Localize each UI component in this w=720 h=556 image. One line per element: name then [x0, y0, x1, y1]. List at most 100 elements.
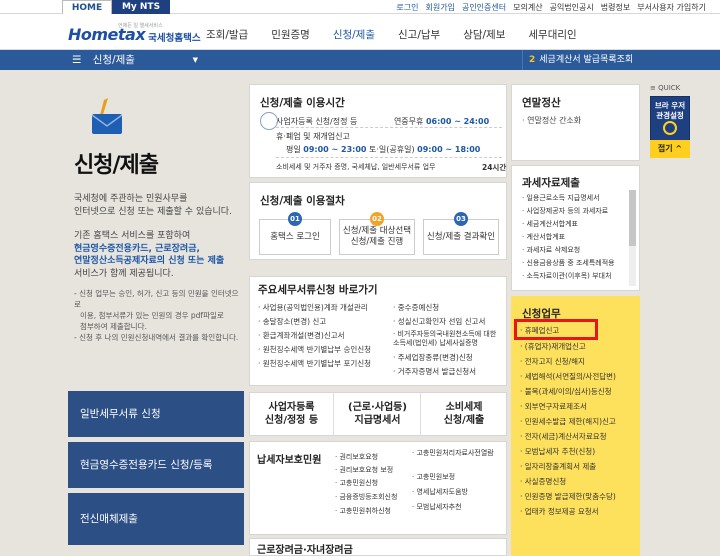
intro2-line: 기존 홈택스 서비스를 포함하여	[74, 231, 191, 241]
hours-label: 휴·폐업 및 재개업신고	[276, 132, 350, 141]
quicklink-label: 성실신고확인자 선임 신고서	[397, 317, 486, 326]
application-link[interactable]: · 민원증명 발급제한(맞춤수당)	[520, 491, 616, 502]
protection-link[interactable]: · 영세납세자도움방	[412, 487, 468, 497]
gear-icon[interactable]	[663, 121, 677, 135]
quicklink[interactable]: · 성실신고확인자 선임 신고서	[393, 316, 485, 327]
tab-home[interactable]: HOME	[62, 0, 112, 14]
nav-certificates[interactable]: 민원증명	[271, 27, 310, 42]
quicklink[interactable]: · 중수증예신청	[393, 302, 439, 313]
application-link[interactable]: · 외부연구자료제조서	[520, 401, 587, 412]
application-link[interactable]: · 일자리창출계획서 제출	[520, 461, 596, 472]
quicklink[interactable]: · 원천징수세액 반기별납부 포기신청	[258, 358, 371, 369]
protection-link[interactable]: · 고충민원처리자료사전열람	[412, 449, 504, 458]
application-label: 세법해석(서면질의/사전답변)	[524, 372, 616, 381]
tax-data-link[interactable]: · 사업장제공자 등의 과세자료	[522, 206, 608, 216]
quicklink-label: 중수증예신청	[397, 303, 440, 312]
quicklink[interactable]: · 거주자증명서 발급신청서	[393, 366, 476, 377]
protection-link[interactable]: · 고충민원신청	[335, 478, 378, 488]
intro-text-2: 기존 홈택스 서비스를 포함하여 현금영수증전용카드, 근로장려금, 연말정산소…	[74, 230, 244, 280]
consumption-tax-button[interactable]: 소비세제 신청/제출	[422, 392, 506, 436]
tax-data-link[interactable]: · 일용근로소득 지급명세서	[522, 193, 600, 203]
electronic-media-button[interactable]: 전신매체제출	[68, 493, 244, 545]
intro2-bold-line: 현금영수증전용카드, 근로장려금,	[74, 243, 200, 254]
tax-data-link[interactable]: · 계산서합계표	[522, 232, 565, 242]
protection-label: 금융증빙등조회신청	[339, 493, 398, 501]
nav-consult[interactable]: 상담/제보	[463, 27, 505, 42]
intro2-line: 서비스가 함께 제공됩니다.	[74, 268, 174, 279]
application-link[interactable]: · 전자(세금)계산서자료요청	[520, 431, 607, 442]
tax-data-label: 사업장제공자 등의 과세자료	[526, 207, 609, 215]
signup-link[interactable]: 회원가입	[426, 2, 455, 13]
protection-link[interactable]: · 고충민원취하신청	[335, 506, 391, 516]
business-registration-button[interactable]: 사업자등록 신청/정정 등	[250, 392, 334, 436]
cash-receipt-card-button[interactable]: 현금영수증전용카드 신청/등록	[68, 442, 244, 488]
application-label: 민원증명 발급제한(맞춤수당)	[524, 492, 616, 501]
notes: - 신청 업무는 승인, 허가, 신고 등의 민원을 인터넷으로 이용, 첨부서…	[74, 288, 242, 343]
protection-link[interactable]: · 권리보호요청	[335, 452, 378, 462]
tax-data-link[interactable]: · 신용금융상품 중 조세특례적용	[522, 258, 615, 268]
application-link[interactable]: · 불복(과세/이의/심사)등신청	[520, 386, 612, 397]
notice-number: 2	[529, 55, 536, 65]
certificate-center-link[interactable]: 공인인증센터	[462, 2, 506, 13]
application-link[interactable]: · 업태카 정보제공 요청서	[520, 506, 599, 517]
protection-link[interactable]: · 금융증빙등조회신청	[335, 492, 397, 502]
quick-label-text: QUICK	[658, 84, 681, 92]
clock-icon	[260, 112, 278, 130]
payment-statement-button[interactable]: (근로·사업등) 지급명세서	[335, 392, 421, 436]
tax-data-link[interactable]: · 소득자료이관(이후목) 부대처	[522, 271, 611, 281]
application-link[interactable]: · 전자고지 신청/해지	[520, 356, 585, 367]
protection-link[interactable]: · 모범납세자추천	[412, 502, 462, 512]
quicklink[interactable]: · 주세업장종류(변경)신청	[393, 352, 473, 363]
application-label: 모범납세자 추천(신청)	[524, 447, 596, 456]
protection-label: 고충민원취하신청	[339, 507, 391, 515]
general-docs-button[interactable]: 일반세무서류 신청	[68, 391, 244, 437]
application-label: 업태카 정보제공 요청서	[524, 507, 599, 516]
quicklink-label: 환급계좌개설(변경)신고서	[262, 331, 345, 340]
hours-label: 소비세세 및 거주자 증명, 국세체납, 일반세무서류 업무	[276, 163, 436, 171]
protection-link[interactable]: · 고충민원보정	[412, 472, 455, 482]
scrollbar-thumb[interactable]	[629, 190, 636, 246]
tax-data-link[interactable]: · 과세자료 삭제요청	[522, 245, 580, 255]
note-line: - 신청 후 나의 민원신청내역에서 결과를 확인합니다.	[74, 333, 239, 342]
quicklink-label: 사업용(공익법인용)계좌 개설관리	[262, 303, 368, 312]
tax-data-link[interactable]: · 세금계산서합계표	[522, 219, 578, 229]
application-link[interactable]: · 사실증명신청	[520, 476, 566, 487]
note-line: 첨부하여 제출합니다.	[80, 322, 147, 331]
collapse-button[interactable]: 접기 ^	[650, 140, 690, 158]
note-line: 이용, 첨부서류가 있는 민원의 경우 pdf파일로	[80, 311, 224, 320]
dept-user-signup-link[interactable]: 부서사용자 가입하기	[637, 2, 706, 13]
public-corp-link[interactable]: 공익법인공시	[550, 2, 594, 13]
login-link[interactable]: 로그인	[396, 2, 418, 13]
year-end-link[interactable]: · 연말정산 간소화	[522, 115, 581, 126]
sub-nav-notice[interactable]: 2 세금계산서 발급목록조회	[522, 50, 720, 70]
quicklink[interactable]: · 환급계좌개설(변경)신고서	[258, 330, 345, 341]
quicklink[interactable]: · 사업용(공익법인용)계좌 개설관리	[258, 302, 368, 313]
protection-link[interactable]: · 권리보호요청 보정	[335, 465, 393, 475]
page-title: 신청/제출	[74, 153, 159, 178]
application-link[interactable]: · 모범납세자 추천(신청)	[520, 446, 595, 457]
law-info-link[interactable]: 법령정보	[601, 2, 630, 13]
hometax-logo[interactable]: Hometax 국세청홈택스	[68, 24, 201, 44]
application-link[interactable]: · 세법해석(서면질의/사전답변)	[520, 371, 616, 382]
protection-label: 모범납세자추천	[416, 503, 462, 511]
tab-my-nts[interactable]: My NTS	[112, 0, 170, 14]
nav-inquiry[interactable]: 조회/발급	[206, 27, 248, 42]
action-box-line: 소비세제	[445, 402, 483, 413]
step-number: 01	[288, 212, 302, 226]
hours-label: 사업자등록 신청/정정 등	[276, 117, 358, 126]
logo-text: Hometax	[68, 25, 146, 44]
nav-apply[interactable]: 신청/제출	[333, 27, 375, 42]
main-nav: 조회/발급 민원증명 신청/제출 신고/납부 상담/제보 세무대리인	[206, 27, 577, 42]
mock-calc-link[interactable]: 모의계산	[513, 2, 542, 13]
quicklink[interactable]: · 송달장소(변경) 신고	[258, 316, 326, 327]
application-link[interactable]: · (휴업자)재개업신고	[520, 341, 586, 352]
hours-row: 평일 09:00 ~ 23:00 토·일(공휴일) 09:00 ~ 18:00	[286, 144, 480, 155]
quicklink[interactable]: · 비거주자등의국내원천소득에 대한 소득세(법인세) 납세사실증명	[393, 330, 503, 348]
quicklink[interactable]: · 원천징수세액 반기별납부 승인신청	[258, 344, 371, 355]
sub-nav-menu[interactable]: ☰ 신청/제출 ▼	[72, 50, 206, 70]
nav-file-pay[interactable]: 신고/납부	[398, 27, 440, 42]
tax-data-label: 신용금융상품 중 조세특례적용	[526, 259, 615, 267]
application-link[interactable]: · 민원세수발급 제한(해지)신고	[520, 416, 616, 427]
nav-tax-agent[interactable]: 세무대리인	[528, 27, 576, 42]
quicklink-label: 거주자증명서 발급신청서	[397, 367, 477, 376]
